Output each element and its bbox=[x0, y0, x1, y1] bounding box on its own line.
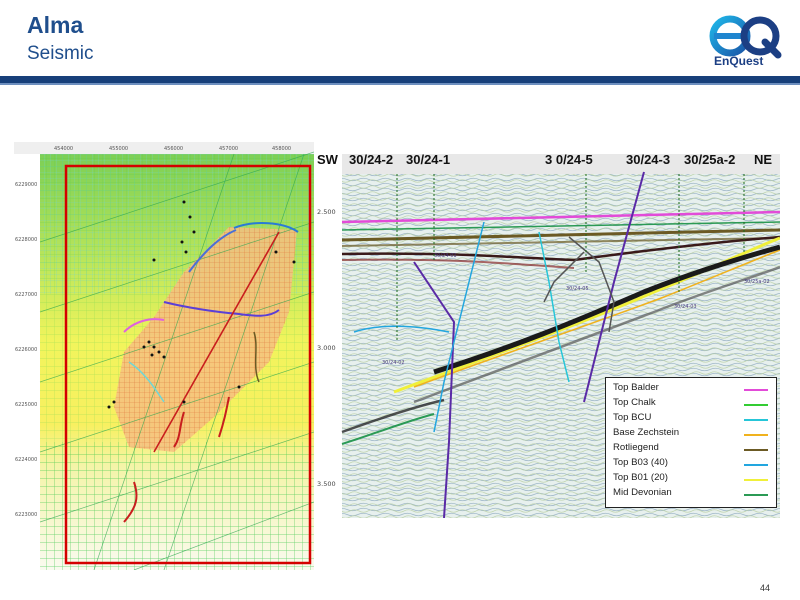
map-x-tick: 454000 bbox=[54, 146, 73, 152]
small-well-label: 30/24-01 bbox=[434, 253, 457, 259]
legend-label: Mid Devonian bbox=[613, 487, 672, 498]
legend-item: Mid Devonian bbox=[613, 487, 672, 501]
map-x-tick: 457000 bbox=[219, 146, 238, 152]
map-x-tick: 458000 bbox=[272, 146, 291, 152]
seismic-survey-map: 454000 455000 456000 457000 458000 62290… bbox=[14, 142, 315, 571]
legend-label: Top B01 (20) bbox=[613, 472, 668, 483]
legend-label: Top BCU bbox=[613, 412, 652, 423]
legend-item: Top B03 (40) bbox=[613, 457, 668, 471]
legend-label: Top B03 (40) bbox=[613, 457, 668, 468]
legend-label: Top Chalk bbox=[613, 397, 656, 408]
legend-swatch bbox=[744, 449, 768, 451]
legend-item: Top BCU bbox=[613, 412, 651, 426]
depth-tick: 3.000 bbox=[317, 344, 336, 352]
legend-item: Top B01 (20) bbox=[613, 472, 668, 486]
well-label-30-24-1: 30/24-1 bbox=[406, 152, 451, 167]
survey-map-graphic: 454000 455000 456000 457000 458000 62290… bbox=[14, 142, 315, 571]
map-x-tick: 456000 bbox=[164, 146, 183, 152]
legend-label: Rotliegend bbox=[613, 442, 659, 453]
legend-item: Base Zechstein bbox=[613, 427, 679, 441]
sw-label: SW bbox=[317, 152, 338, 167]
ne-label: NE bbox=[754, 152, 773, 167]
legend-swatch bbox=[744, 464, 768, 466]
legend-item: Top Chalk bbox=[613, 397, 656, 411]
small-well-label: 30/25a-02 bbox=[744, 279, 770, 285]
map-y-tick: 6225000 bbox=[15, 402, 37, 408]
header-divider-accent bbox=[0, 83, 800, 85]
map-y-tick: 6227000 bbox=[15, 292, 37, 298]
well-label-30-24-3: 30/24-3 bbox=[626, 152, 671, 167]
map-y-tick: 6223000 bbox=[15, 512, 37, 518]
map-y-tick-labels: 6229000 6228000 6227000 6226000 6225000 … bbox=[15, 182, 37, 518]
legend-label: Base Zechstein bbox=[613, 427, 680, 438]
small-well-label: 30/24-02 bbox=[382, 360, 405, 366]
legend-swatch bbox=[744, 434, 768, 436]
map-y-tick: 6228000 bbox=[15, 237, 37, 243]
legend-swatch bbox=[744, 494, 768, 496]
legend-item: Rotliegend bbox=[613, 442, 659, 456]
header-divider bbox=[0, 76, 800, 83]
legend-swatch bbox=[744, 479, 768, 481]
map-x-tick: 455000 bbox=[109, 146, 128, 152]
small-well-label: 30/24-05 bbox=[566, 286, 589, 292]
page-number: 44 bbox=[760, 583, 771, 593]
map-y-tick: 6224000 bbox=[15, 457, 37, 463]
legend-label: Top Balder bbox=[613, 382, 659, 393]
legend-swatch bbox=[744, 389, 768, 391]
map-y-tick: 6226000 bbox=[15, 347, 37, 353]
legend-swatch bbox=[744, 404, 768, 406]
well-label-30-24-2: 30/24-2 bbox=[349, 152, 394, 167]
depth-tick: 3.500 bbox=[317, 480, 336, 488]
well-label-30-24-5: 3 0/24-5 bbox=[545, 152, 593, 167]
legend-item: Top Balder bbox=[613, 382, 659, 396]
logo-text: EnQuest bbox=[714, 54, 764, 68]
page-subtitle: Seismic bbox=[27, 43, 94, 64]
depth-tick: 2.500 bbox=[317, 208, 336, 216]
page-title: Alma bbox=[27, 12, 84, 38]
horizon-legend: Top Balder Top Chalk Top BCU Base Zechst… bbox=[605, 377, 777, 508]
well-label-30-25a-2: 30/25a-2 bbox=[684, 152, 736, 167]
map-y-tick: 6229000 bbox=[15, 182, 37, 188]
legend-swatch bbox=[744, 419, 768, 421]
small-well-label: 30/24-03 bbox=[674, 304, 697, 310]
